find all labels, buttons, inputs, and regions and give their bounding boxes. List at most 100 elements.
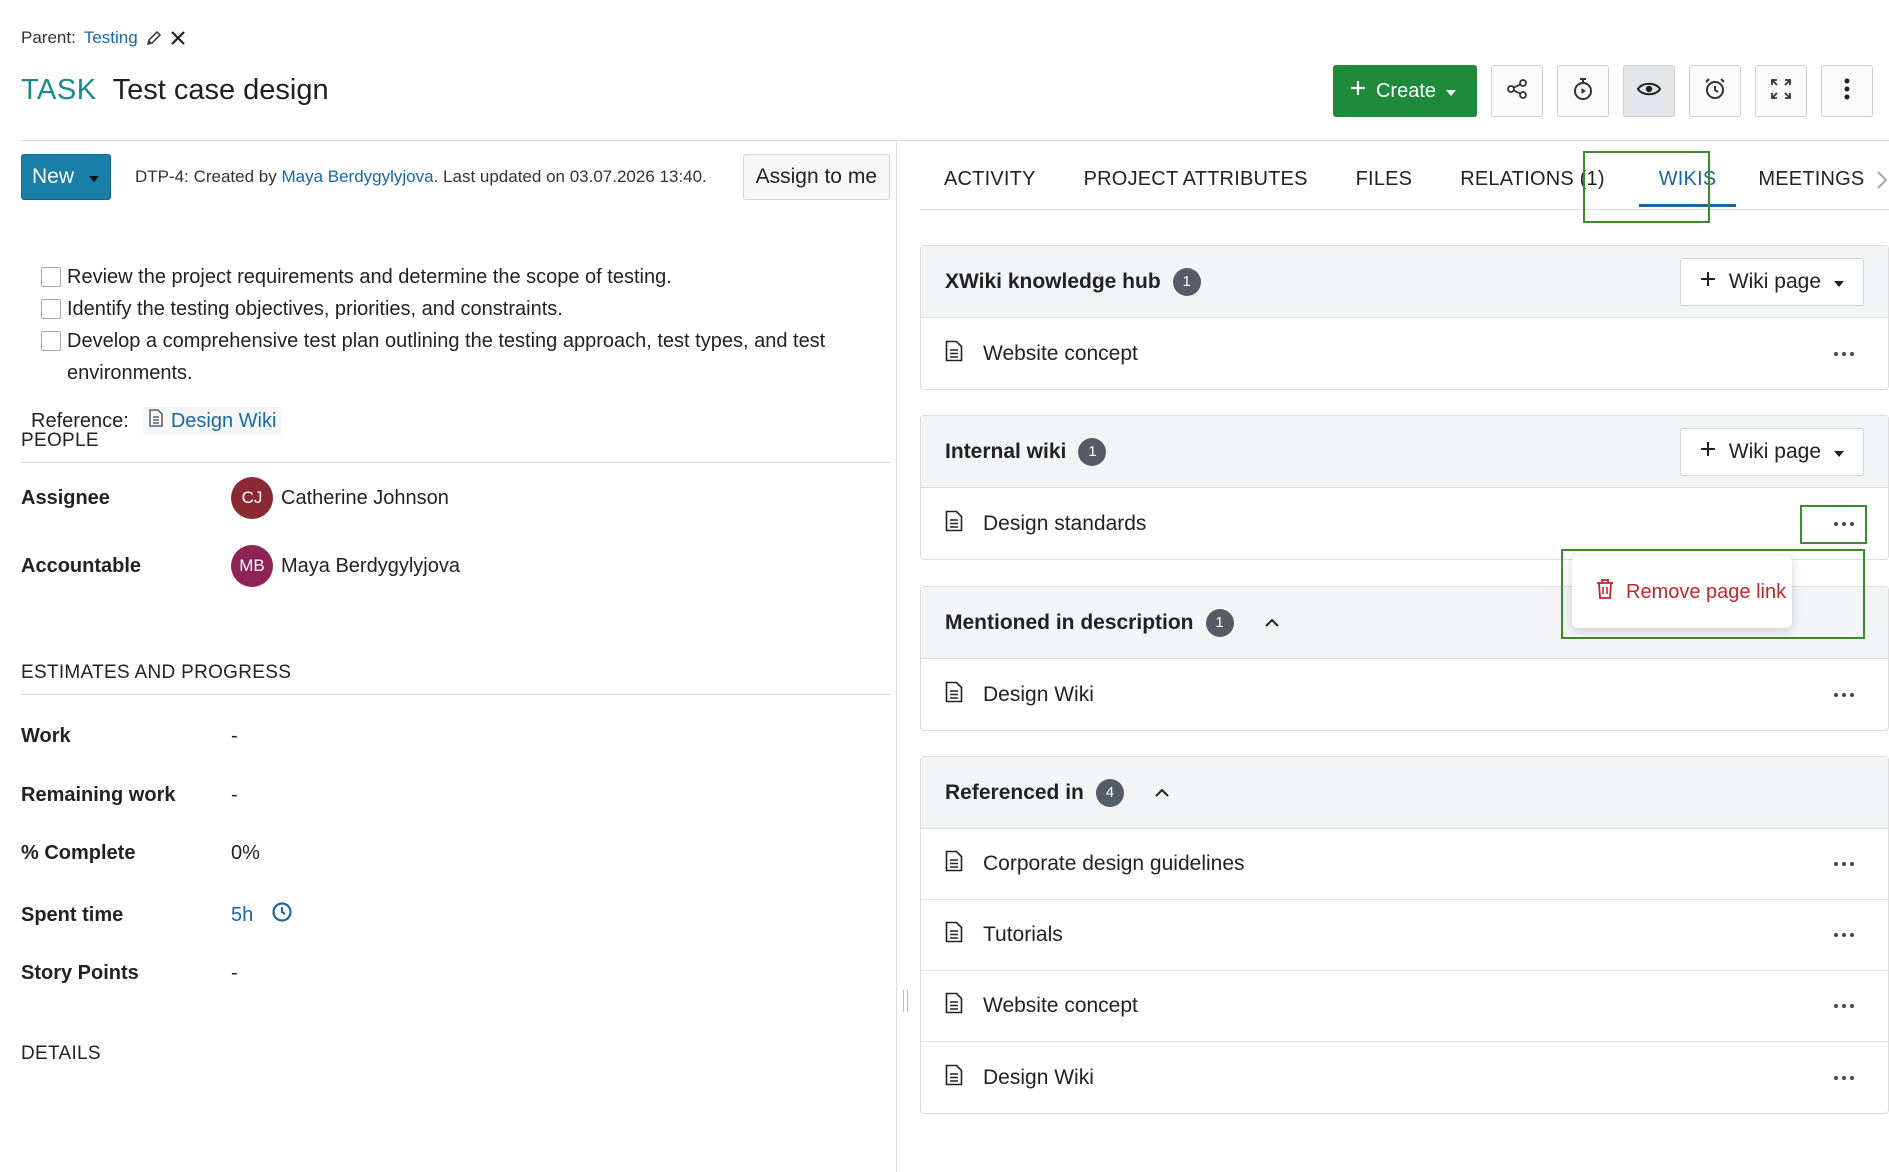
- work-value[interactable]: -: [231, 725, 238, 748]
- plus-icon: [1699, 270, 1717, 294]
- description: Review the project requirements and dete…: [31, 265, 891, 435]
- plus-icon: [1699, 440, 1717, 464]
- spent-time-label: Spent time: [21, 903, 124, 926]
- chevron-right-icon[interactable]: [1875, 170, 1889, 195]
- create-button[interactable]: Create: [1332, 65, 1477, 117]
- document-icon: [945, 992, 963, 1020]
- people-heading: PEOPLE: [21, 430, 890, 463]
- assign-to-me-button[interactable]: Assign to me: [742, 154, 890, 200]
- tab-activity[interactable]: ACTIVITY: [920, 151, 1060, 209]
- status-button[interactable]: New: [21, 154, 112, 200]
- checkbox[interactable]: [41, 267, 61, 287]
- caret-down-icon: [1445, 80, 1457, 103]
- row-more-button[interactable]: [1834, 351, 1854, 356]
- close-icon[interactable]: [170, 30, 186, 46]
- reminder-button[interactable]: [1689, 65, 1741, 117]
- fullscreen-button[interactable]: [1755, 65, 1807, 117]
- avatar: MB: [231, 545, 273, 587]
- split-resize-handle[interactable]: [903, 990, 908, 1012]
- author-link[interactable]: Maya Berdygylyjova: [281, 167, 433, 186]
- row-more-button[interactable]: [1834, 1004, 1854, 1008]
- row-more-button[interactable]: [1834, 933, 1854, 937]
- percent-complete-value[interactable]: 0%: [231, 842, 260, 865]
- wiki-row[interactable]: Design standards: [921, 488, 1888, 559]
- add-wiki-page-button[interactable]: Wiki page: [1679, 257, 1864, 306]
- row-action-menu: Remove page link: [1572, 556, 1792, 628]
- tab-meetings[interactable]: MEETINGS: [1746, 151, 1888, 209]
- work-label: Work: [21, 725, 71, 747]
- parent-breadcrumb: Parent: Testing: [21, 28, 186, 48]
- story-points-row: Story Points -: [21, 962, 890, 985]
- spent-time-value: 5h: [231, 901, 293, 929]
- task-subject[interactable]: Test case design: [113, 74, 329, 107]
- checklist-item: Identify the testing objectives, priorit…: [41, 297, 891, 321]
- wiki-row[interactable]: Tutorials: [921, 900, 1888, 971]
- watch-button[interactable]: [1623, 65, 1675, 117]
- count-badge: 4: [1095, 778, 1124, 807]
- document-icon: [945, 681, 963, 709]
- wiki-row[interactable]: Website concept: [921, 318, 1888, 389]
- wiki-row-label: Corporate design guidelines: [983, 852, 1245, 875]
- assignee-name: Catherine Johnson: [281, 486, 449, 509]
- toolbar: Create: [1332, 65, 1873, 117]
- card-header: XWiki knowledge hub 1 Wiki page: [921, 246, 1888, 318]
- stopwatch-button[interactable]: [1557, 65, 1609, 117]
- chevron-up-icon[interactable]: [1154, 788, 1170, 798]
- document-icon: [945, 850, 963, 878]
- more-actions-button[interactable]: [1821, 65, 1873, 117]
- row-more-button[interactable]: [1834, 1075, 1854, 1080]
- clock-icon[interactable]: [271, 901, 293, 929]
- tab-wikis[interactable]: WIKIS: [1629, 151, 1747, 209]
- estimates-heading: ESTIMATES AND PROGRESS: [21, 662, 890, 695]
- accountable-name: Maya Berdygylyjova: [281, 554, 460, 577]
- assignee-value[interactable]: CJ Catherine Johnson: [231, 477, 449, 519]
- work-row: Work -: [21, 725, 890, 748]
- card-title: Referenced in: [945, 780, 1084, 804]
- accountable-value[interactable]: MB Maya Berdygylyjova: [231, 545, 460, 587]
- card-header[interactable]: Referenced in 4: [921, 757, 1888, 829]
- wiki-row-label: Website concept: [983, 341, 1138, 365]
- tab-relations[interactable]: RELATIONS (1): [1436, 151, 1628, 209]
- document-icon: [945, 340, 963, 368]
- add-wiki-page-button[interactable]: Wiki page: [1679, 427, 1864, 476]
- stopwatch-icon: [1571, 77, 1595, 106]
- story-points-value[interactable]: -: [231, 962, 238, 985]
- row-more-button[interactable]: [1834, 692, 1854, 697]
- remove-page-link-menu-item[interactable]: Remove page link: [1626, 581, 1786, 604]
- card-title: Internal wiki: [945, 439, 1067, 463]
- count-badge: 1: [1205, 608, 1234, 637]
- checklist-text: Develop a comprehensive test plan outlin…: [67, 330, 826, 384]
- checkbox[interactable]: [41, 299, 61, 319]
- share-button[interactable]: [1491, 65, 1543, 117]
- parent-link[interactable]: Testing: [84, 28, 138, 48]
- task-type: TASK: [21, 74, 97, 106]
- meta-suffix: . Last updated on 03.07.2026 13:40.: [433, 167, 707, 186]
- kebab-icon: [1844, 78, 1850, 105]
- chevron-up-icon[interactable]: [1264, 618, 1280, 628]
- accountable-row: Accountable MB Maya Berdygylyjova: [21, 545, 890, 587]
- pencil-icon[interactable]: [146, 30, 162, 46]
- details-pane: New DTP-4: Created by Maya Berdygylyjova…: [21, 140, 890, 1172]
- checklist-item: Review the project requirements and dete…: [41, 265, 891, 289]
- wiki-row[interactable]: Corporate design guidelines: [921, 829, 1888, 900]
- spent-time-link[interactable]: 5h: [231, 904, 253, 927]
- remaining-work-value[interactable]: -: [231, 784, 238, 807]
- wiki-row-label: Design Wiki: [983, 1065, 1094, 1089]
- remaining-work-label: Remaining work: [21, 784, 176, 806]
- row-more-button[interactable]: [1834, 862, 1854, 866]
- alarm-icon: [1703, 77, 1727, 106]
- status-label: New: [32, 165, 75, 188]
- fullscreen-icon: [1770, 78, 1792, 105]
- wiki-row[interactable]: Website concept: [921, 971, 1888, 1042]
- row-more-button[interactable]: [1834, 521, 1854, 526]
- pane-divider: [896, 140, 897, 1172]
- tab-project-attributes[interactable]: PROJECT ATTRIBUTES: [1060, 151, 1332, 209]
- wiki-row[interactable]: Design Wiki: [921, 1042, 1888, 1113]
- wiki-row[interactable]: Design Wiki: [921, 659, 1888, 730]
- wiki-row-label: Tutorials: [983, 923, 1063, 946]
- avatar: CJ: [231, 477, 273, 519]
- card-title: XWiki knowledge hub: [945, 269, 1161, 293]
- remaining-work-row: Remaining work -: [21, 784, 890, 807]
- checkbox[interactable]: [41, 331, 61, 351]
- tab-files[interactable]: FILES: [1332, 151, 1437, 209]
